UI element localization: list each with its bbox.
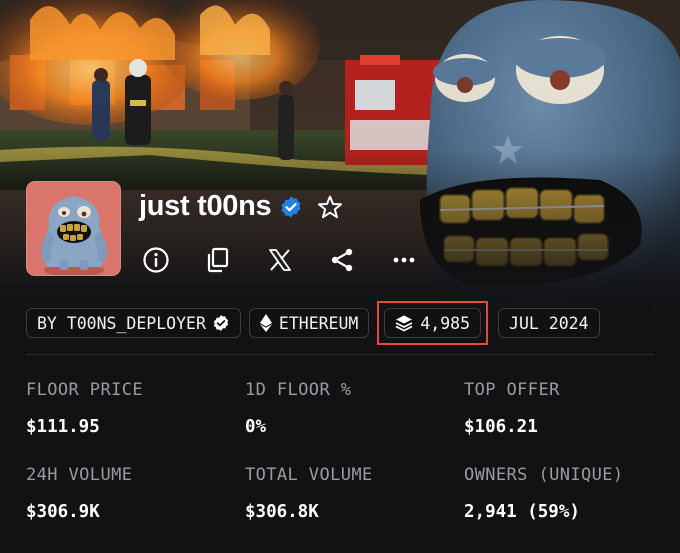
- section-divider: [26, 354, 654, 355]
- stat-floor-price: FLOOR PRICE $111.95: [26, 380, 236, 437]
- creator-verified-icon: [213, 315, 229, 331]
- verified-badge-icon: [281, 196, 301, 217]
- info-icon: [143, 247, 169, 273]
- stat-24h-volume: 24H VOLUME $306.9K: [26, 465, 236, 522]
- creator-chip[interactable]: BY T00NS_DEPLOYER: [26, 308, 241, 338]
- items-count-highlight: 4,985: [377, 301, 489, 345]
- toon-avatar-image: [27, 182, 120, 275]
- stat-top-offer: TOP OFFER $106.21: [464, 380, 674, 437]
- collection-name: just t00ns: [139, 190, 272, 222]
- chain-chip[interactable]: ETHEREUM: [248, 308, 370, 338]
- more-icon: [393, 257, 415, 263]
- more-options-button[interactable]: [387, 243, 421, 277]
- items-count-label: 4,985: [420, 313, 471, 333]
- collection-avatar: [26, 181, 121, 276]
- share-button[interactable]: [325, 243, 359, 277]
- ethereum-icon: [259, 314, 272, 332]
- stat-label: TOTAL VOLUME: [245, 465, 373, 485]
- copy-icon: [207, 247, 229, 273]
- stat-label: FLOOR PRICE: [26, 380, 143, 400]
- stat-value: $106.21: [464, 417, 538, 437]
- stat-label: TOP OFFER: [464, 380, 560, 400]
- created-date-label: JUL 2024: [509, 313, 589, 333]
- collection-title-row: just t00ns: [139, 190, 343, 223]
- stat-value: $111.95: [26, 417, 100, 437]
- creator-label: BY T00NS_DEPLOYER: [37, 313, 206, 333]
- stat-value: $306.9K: [26, 502, 100, 522]
- favorite-star-icon[interactable]: [317, 194, 343, 220]
- stat-label: 1D FLOOR %: [245, 380, 352, 400]
- stat-label: 24H VOLUME: [26, 465, 133, 485]
- copy-button[interactable]: [201, 243, 235, 277]
- layers-icon: [395, 315, 413, 332]
- stat-value: 2,941 (59%): [464, 502, 580, 522]
- share-icon: [331, 248, 353, 272]
- collection-actions: [139, 243, 421, 277]
- stat-total-volume: TOTAL VOLUME $306.8K: [245, 465, 455, 522]
- items-count-chip[interactable]: 4,985: [384, 308, 482, 338]
- stat-1d-floor-change: 1D FLOOR % 0%: [245, 380, 455, 437]
- x-logo-icon: [269, 249, 291, 271]
- chain-label: ETHEREUM: [278, 313, 359, 333]
- stat-value: 0%: [245, 417, 267, 437]
- collection-info-chips: BY T00NS_DEPLOYER ETHEREUM 4,985 JUL 202…: [26, 301, 654, 345]
- stat-label: OWNERS (UNIQUE): [464, 465, 624, 485]
- chips-scroll-fade: [620, 301, 654, 331]
- info-button[interactable]: [139, 243, 173, 277]
- x-social-button[interactable]: [263, 243, 297, 277]
- created-date-chip[interactable]: JUL 2024: [498, 308, 600, 338]
- stat-value: $306.8K: [245, 502, 319, 522]
- stat-owners: OWNERS (UNIQUE) 2,941 (59%): [464, 465, 674, 522]
